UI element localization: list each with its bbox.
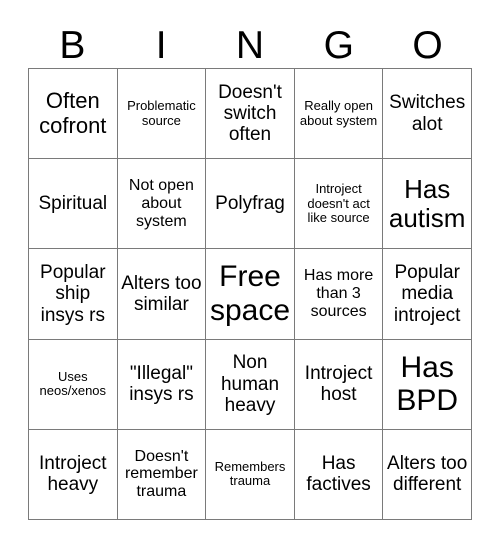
bingo-cell-r2-c2[interactable]: Not open about system	[117, 159, 207, 250]
bingo-cell-label: Introject heavy	[39, 453, 107, 496]
bingo-cell-r3-c1[interactable]: Popular ship insys rs	[29, 249, 118, 340]
bingo-cell-r2-c5[interactable]: Has autism	[383, 159, 472, 250]
bingo-cell-r4-c2[interactable]: "Illegal" insys rs	[117, 339, 207, 430]
bingo-cell-r1-c3[interactable]: Doesn't switch often	[206, 69, 295, 160]
bingo-cell-label: Remembers trauma	[214, 458, 286, 489]
bingo-cell-label: "Illegal" insys rs	[129, 362, 194, 406]
bingo-cell-label: Has more than 3 sources	[303, 267, 374, 320]
bingo-cell-r3-c2[interactable]: Alters too similar	[117, 249, 207, 340]
bingo-header-letter-n: N	[235, 24, 265, 67]
bingo-cell-r2-c3[interactable]: Polyfrag	[206, 159, 295, 250]
bingo-cell-r5-c3[interactable]: Remembers trauma	[206, 429, 295, 520]
bingo-cell-r1-c5[interactable]: Switches alot	[383, 69, 472, 160]
bingo-cell-r4-c5[interactable]: Has BPD	[383, 339, 472, 430]
bingo-header-letter-i: I	[155, 24, 167, 67]
bingo-cell-r5-c5[interactable]: Alters too different	[383, 429, 472, 520]
bingo-cell-r4-c1[interactable]: Uses neos/xenos	[29, 339, 118, 430]
bingo-cell-r1-c2[interactable]: Problematic source	[117, 69, 207, 160]
bingo-cell-label: Alters too different	[387, 453, 468, 496]
bingo-header-letter-o: O	[412, 24, 443, 67]
bingo-cell-label: Alters too similar	[121, 272, 202, 315]
bingo-cell-label: Popular ship insys rs	[40, 262, 106, 326]
bingo-cell-label: Problematic source	[127, 98, 196, 128]
bingo-cell-label: Spiritual	[38, 193, 108, 215]
bingo-cell-r2-c1[interactable]: Spiritual	[29, 159, 118, 250]
bingo-header-row: B I N G O	[28, 18, 472, 68]
bingo-grid: Often cofront Problematic source Doesn't s…	[28, 68, 472, 520]
bingo-cell-label: Has autism	[388, 173, 466, 233]
bingo-cell-label: Not open about system	[128, 176, 194, 230]
bingo-cell-label: Uses neos/xenos	[39, 368, 107, 399]
bingo-cell-r1-c4[interactable]: Really open about system	[294, 69, 384, 160]
bingo-cell-r2-c4[interactable]: Introject doesn't act like source	[294, 159, 384, 250]
bingo-cell-r1-c1[interactable]: Often cofront	[29, 69, 118, 160]
bingo-cell-r5-c1[interactable]: Introject heavy	[29, 429, 118, 520]
bingo-cell-label: Popular media introject	[393, 262, 461, 326]
bingo-cell-r3-c5[interactable]: Popular media introject	[383, 249, 472, 340]
bingo-cell-r5-c2[interactable]: Doesn't remember trauma	[117, 429, 207, 520]
bingo-cell-label: Often cofront	[39, 87, 107, 138]
bingo-cell-r3-c3[interactable]: Free space	[206, 249, 295, 340]
bingo-cell-label: Non human heavy	[220, 352, 280, 416]
bingo-cell-label: Has factives	[306, 453, 371, 496]
bingo-cell-label: Free space	[209, 260, 291, 327]
bingo-cell-label: Switches alot	[389, 92, 466, 135]
bingo-header-letter-b: B	[59, 24, 86, 67]
bingo-cell-r3-c4[interactable]: Has more than 3 sources	[294, 249, 384, 340]
bingo-cell-label: Has BPD	[396, 350, 459, 418]
bingo-cell-label: Really open about system	[299, 98, 378, 128]
bingo-cell-label: Doesn't remember trauma	[124, 447, 198, 501]
bingo-header-letter-g: G	[323, 24, 354, 67]
bingo-card: B I N G O Often cofront Problematic sourc…	[0, 0, 500, 544]
bingo-cell-label: Introject host	[304, 362, 373, 406]
bingo-cell-r4-c3[interactable]: Non human heavy	[206, 339, 295, 430]
bingo-cell-label: Polyfrag	[215, 193, 285, 215]
bingo-cell-label: Introject doesn't act like source	[307, 180, 370, 226]
bingo-cell-label: Doesn't switch often	[218, 81, 282, 146]
bingo-cell-r4-c4[interactable]: Introject host	[294, 339, 384, 430]
bingo-cell-r5-c4[interactable]: Has factives	[294, 429, 384, 520]
